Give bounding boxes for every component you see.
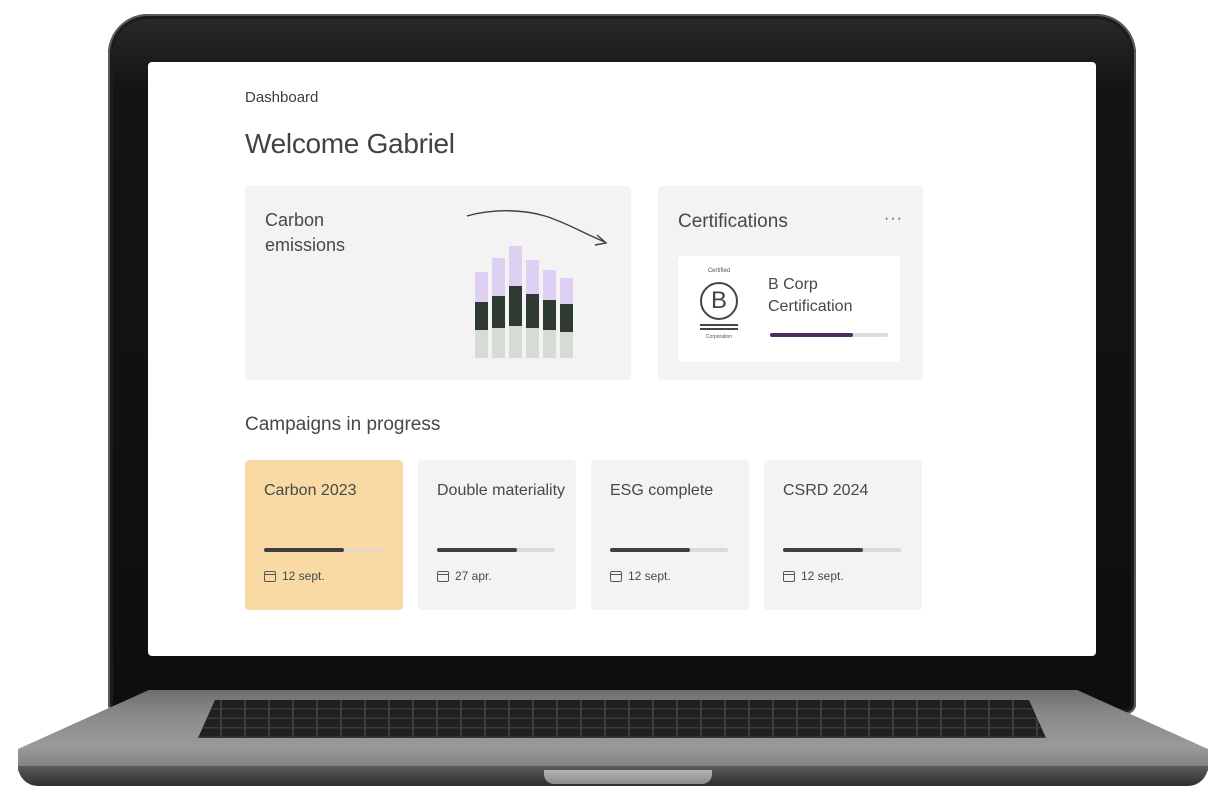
chart-bar-segment [526,260,539,294]
more-options-icon[interactable]: ··· [884,210,903,228]
trend-line [466,210,606,243]
campaign-name: ESG complete [610,482,714,499]
chart-bar-segment [526,328,539,358]
campaign-name: Carbon 2023 [264,482,357,499]
chart-bar-segment [492,258,505,296]
campaign-progress [437,548,555,552]
campaign-name: Double materiality [437,482,566,499]
campaign-date: 27 apr. [437,569,492,583]
chart-bar-segment [526,294,539,328]
campaign-progress [610,548,728,552]
chart-bar-segment [475,330,488,358]
campaign-name: CSRD 2024 [783,482,869,499]
laptop-mockup: Dashboard Welcome Gabriel Carbon emissio… [0,0,1226,800]
breadcrumb[interactable]: Dashboard [245,89,318,106]
chart-bar-segment [543,330,556,358]
chart-bar-segment [492,328,505,358]
certifications-title: Certifications [678,211,788,232]
campaign-date: 12 sept. [783,569,844,583]
carbon-emissions-chart [466,210,608,358]
campaign-progress [783,548,901,552]
chart-bar-segment [560,278,573,304]
chart-bar-segment [509,246,522,286]
certification-progress [770,333,888,337]
chart-bar-segment [492,296,505,328]
chart-bar-segment [560,304,573,332]
campaign-date: 12 sept. [610,569,671,583]
trackpad-notch [544,770,712,784]
carbon-emissions-card[interactable]: Carbon emissions [245,186,631,380]
chart-bar-segment [475,302,488,330]
certification-name: B Corp Certification [768,276,853,315]
chart-bar-segment [475,272,488,302]
campaign-card[interactable]: Carbon 2023 12 sept. [245,460,403,610]
page-title: Welcome Gabriel [245,128,455,159]
chart-bar-segment [509,286,522,326]
calendar-icon [437,570,449,582]
campaign-card[interactable]: Double materiality 27 apr. [418,460,576,610]
chart-bar-segment [509,326,522,358]
calendar-icon [264,570,276,582]
certifications-card: Certifications ··· Certified B Corporati… [658,186,923,380]
campaign-card[interactable]: ESG complete 12 sept. [591,460,749,610]
certification-item[interactable]: Certified B Corporation B Corp Certifica… [678,256,900,362]
screen: Dashboard Welcome Gabriel Carbon emissio… [148,62,1096,656]
chart-bar-segment [543,300,556,330]
bcorp-logo: Certified B Corporation [694,268,744,348]
campaign-progress [264,548,382,552]
campaign-date: 12 sept. [264,569,325,583]
campaigns-section-title: Campaigns in progress [245,414,441,435]
chart-bar-segment [560,332,573,358]
campaign-card[interactable]: CSRD 2024 12 sept. [764,460,922,610]
keyboard-rows [198,700,1046,738]
calendar-icon [610,570,622,582]
carbon-card-title: Carbon emissions [265,210,346,255]
calendar-icon [783,570,795,582]
chart-bar-segment [543,270,556,300]
